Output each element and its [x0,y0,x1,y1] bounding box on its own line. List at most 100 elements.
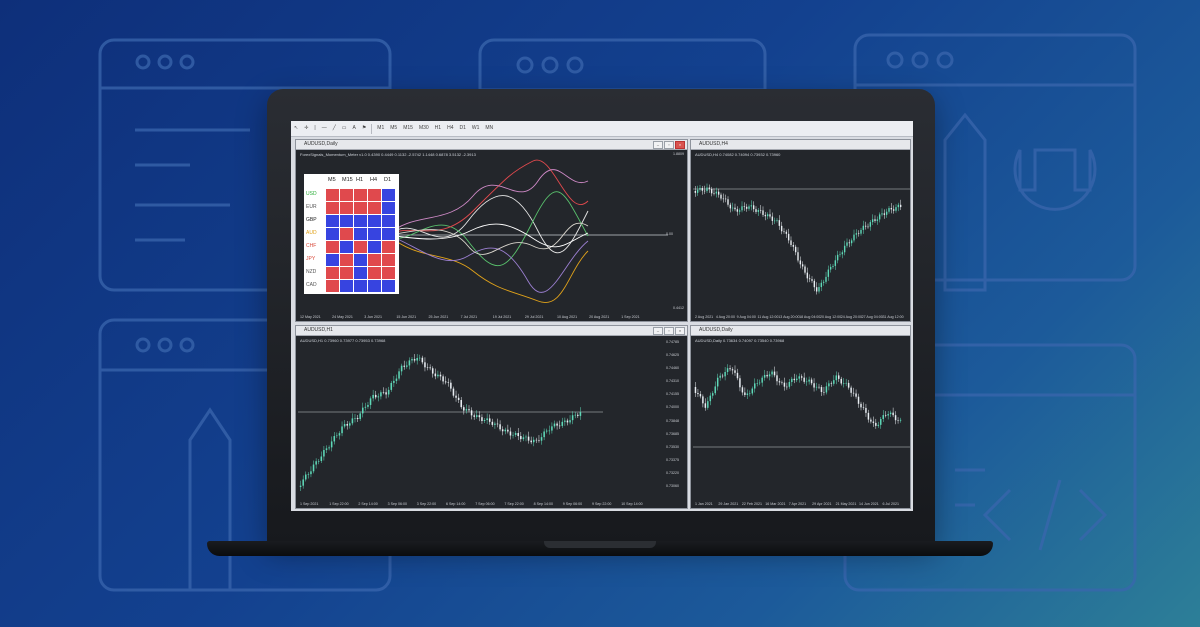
timeframe-m30-button[interactable]: M30 [416,122,432,135]
trendline-tool-icon[interactable]: ╱ [330,122,339,135]
axis-label: 8 Sep 14:00 [533,502,553,506]
timeframe-w1-button[interactable]: W1 [469,122,483,135]
axis-label: 0.73685 [666,431,679,436]
strength-cell [340,228,353,240]
timeframe-m5-button[interactable]: M5 [387,122,400,135]
text-tool-icon[interactable]: A [349,122,358,135]
axis-label: 1 Jan 2021 [695,502,713,506]
strength-row-label: CAD [306,282,317,288]
strength-cell [382,215,395,227]
strength-grid [326,189,395,292]
strength-cell [340,215,353,227]
strength-cell [326,202,339,214]
close-button[interactable]: × [675,327,685,335]
candlestick-chart-h4[interactable] [693,151,910,311]
axis-label: 16 Mar 2021 [765,502,786,506]
timeframe-h4-button[interactable]: H4 [444,122,456,135]
candlestick-chart-h1[interactable] [298,337,666,497]
strength-cell [354,254,367,266]
axis-label: 10 Sep 14:00 [621,502,643,506]
window-title: AUDUSD,H4 [699,141,728,147]
cursor-tool-icon[interactable]: ↖ [291,122,301,135]
strength-cell [354,228,367,240]
strength-cell [354,241,367,253]
axis-label: 29 Apr 2021 [812,502,832,506]
chart-window-daily[interactable]: AUDUSD,Daily AUDUSD,Daily 0.73634 0.7409… [690,325,911,509]
strength-row-label: USD [306,191,317,197]
strength-column-header: M15 [342,177,353,183]
window-titlebar[interactable]: AUDUSD,Daily [691,326,910,336]
strength-cell [368,241,381,253]
window-titlebar[interactable]: AUDUSD,H1 – ▫ × [296,326,687,336]
strength-row-label: GBP [306,217,317,223]
axis-label: 0.73530 [666,444,679,449]
strength-cell [340,254,353,266]
maximize-button[interactable]: ▫ [664,141,674,149]
timeframe-mn-button[interactable]: MN [482,122,496,135]
axis-label: 15 Jun 2021 [396,315,417,319]
strength-cell [340,189,353,201]
axis-label: 29 Jan 2021 [718,502,739,506]
strength-cell [382,202,395,214]
strength-cell [382,241,395,253]
axis-label: 13 Aug 20:00 [778,315,800,319]
window-titlebar[interactable]: AUDUSD,Daily – ▫ × [296,140,687,150]
axis-label: 0.74000 [666,405,679,410]
axis-label: 0.73848 [666,418,679,423]
strength-row-label: AUD [306,230,317,236]
timeframe-m15-button[interactable]: M15 [400,122,416,135]
axis-label: 29 Jul 2021 [524,315,544,319]
axis-label: 21 May 2021 [835,502,857,506]
axis-label: 25 Jun 2021 [428,315,449,319]
rectangle-tool-icon[interactable]: ▭ [339,122,350,135]
close-button[interactable]: × [675,141,685,149]
strength-row-label: NZD [306,269,317,275]
axis-label: 7 Sep 06:00 [475,502,495,506]
window-title: AUDUSD,Daily [304,141,338,147]
strength-row-label: CHF [306,243,317,249]
maximize-button[interactable]: ▫ [664,327,674,335]
strength-cell [368,267,381,279]
axis-label: 14 Jun 2021 [859,502,879,506]
chart-window-h1[interactable]: AUDUSD,H1 – ▫ × AUDUSD,H1 0.73960 0.73977 … [295,325,688,509]
axis-label: 20 Aug 12:00 [819,315,842,319]
strength-cell [382,254,395,266]
strength-cell [354,215,367,227]
trading-platform-screen: ↖ ✛ | — ╱ ▭ A ⚑ M1 M5 M15 M30 H1 H4 D1 W… [291,121,913,511]
crosshair-tool-icon[interactable]: ✛ [301,122,311,135]
axis-label: 7 Apr 2021 [788,502,807,506]
axis-label: 2 Sep 14:00 [358,502,378,506]
timeframe-d1-button[interactable]: D1 [456,122,468,135]
strength-cell [326,228,339,240]
strength-cell [340,267,353,279]
window-titlebar[interactable]: AUDUSD,H4 [691,140,910,150]
axis-label: 31 Aug 12:00 [882,315,904,319]
chart-window-main[interactable]: AUDUSD,Daily – ▫ × ForexSignals_Momentum_M… [295,139,688,322]
strength-cell [326,215,339,227]
strength-cell [326,189,339,201]
strength-cell [340,202,353,214]
chart-window-h4[interactable]: AUDUSD,H4 AUDUSD,H4 0.74082 0.74094 0.73… [690,139,911,322]
strength-cell [382,280,395,292]
arrow-tool-icon[interactable]: ⚑ [359,122,369,135]
horizontal-line-tool-icon[interactable]: — [319,122,330,135]
strength-cell [340,241,353,253]
strength-cell [354,202,367,214]
minimize-button[interactable]: – [653,141,663,149]
strength-cell [326,254,339,266]
axis-label: 0.74310 [666,379,679,384]
minimize-button[interactable]: – [653,327,663,335]
axis-label: 3 Sep 22:00 [416,502,437,506]
axis-label: 9 Sep 06:00 [562,502,583,506]
timeframe-h1-button[interactable]: H1 [432,122,444,135]
axis-label: 6 Sep 14:00 [446,502,466,506]
axis-label: 4 Aug 20:00 [715,315,735,319]
strength-cell [382,267,395,279]
axis-label: 0.74785 [666,340,679,344]
candlestick-chart-daily[interactable] [693,337,910,497]
vertical-line-tool-icon[interactable]: | [311,122,318,135]
strength-column-header: H1 [356,177,364,183]
axis-label: 0.00 [666,232,673,236]
axis-label: 3 Jun 2021 [364,315,383,319]
timeframe-m1-button[interactable]: M1 [374,122,387,135]
